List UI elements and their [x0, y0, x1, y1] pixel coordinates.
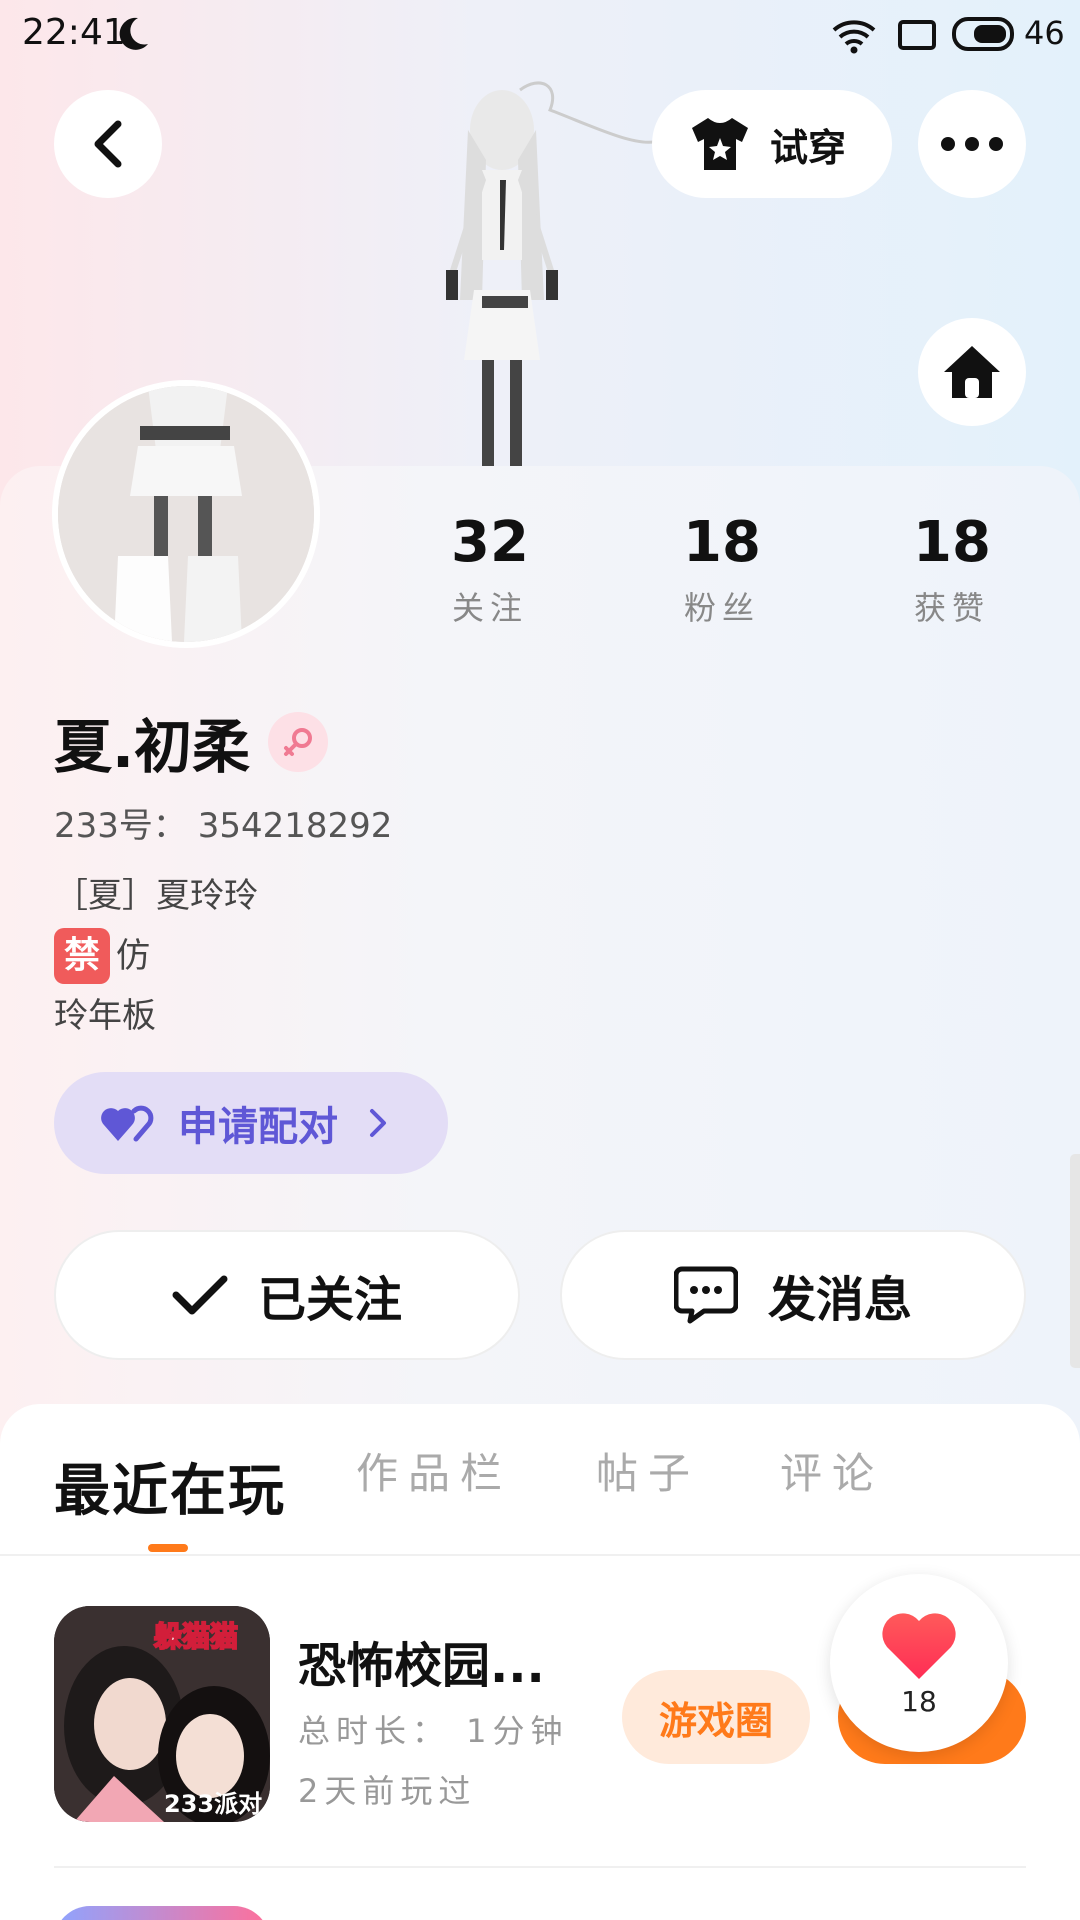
home-button[interactable]	[918, 318, 1026, 426]
followed-button[interactable]: 已关注	[54, 1230, 520, 1360]
bio-line-2-text: 仿	[116, 936, 150, 976]
avatar[interactable]	[52, 380, 320, 648]
game-circle-button[interactable]: 游戏圈	[622, 1670, 810, 1764]
stat-likes[interactable]: 18 获赞	[872, 510, 1032, 629]
tab-recently-played[interactable]: 最近在玩	[54, 1446, 286, 1527]
tshirt-icon	[692, 118, 748, 170]
game-icon-text: 躲猫猫	[154, 1620, 238, 1653]
apply-pairing-label: 申请配对	[178, 1104, 338, 1150]
home-icon	[944, 346, 1000, 398]
double-heart-icon	[101, 1105, 154, 1142]
chevron-right-icon	[370, 1109, 386, 1137]
chevron-left-icon	[94, 120, 122, 168]
like-count: 18	[901, 1684, 937, 1718]
game-title: 恐怖校园...	[298, 1638, 545, 1694]
send-message-label: 发消息	[767, 1272, 912, 1328]
bio-line-3: 玲年板	[54, 996, 156, 1036]
username-row: 夏.初柔	[54, 700, 329, 784]
tab-indicator	[148, 1544, 188, 1552]
stat-following-value: 32	[451, 510, 529, 575]
more-dots-icon	[941, 137, 1003, 151]
back-button[interactable]	[54, 90, 162, 198]
send-message-button[interactable]: 发消息	[560, 1230, 1026, 1360]
try-on-button[interactable]: 试穿	[652, 90, 892, 198]
stat-following[interactable]: 32 关注	[410, 510, 570, 629]
stat-following-label: 关注	[451, 589, 528, 627]
stat-fans-label: 粉丝	[683, 589, 760, 627]
bio-line-1: ［夏］夏玲玲	[54, 876, 258, 916]
stat-fans[interactable]: 18 粉丝	[642, 510, 802, 629]
more-options-button[interactable]	[918, 90, 1026, 198]
game-duration: 总时长： 1分钟	[298, 1712, 569, 1750]
tab-works[interactable]: 作品栏	[356, 1440, 512, 1501]
tabs-divider	[0, 1554, 1080, 1556]
ban-emoji-icon: 禁	[54, 928, 110, 984]
avatar-image	[58, 386, 314, 642]
bio: ［夏］夏玲玲 禁 仿 玲年板	[54, 866, 258, 1046]
stat-fans-value: 18	[683, 510, 761, 575]
screen-rotate-icon	[898, 20, 936, 50]
game-icon[interactable]: 躲猫猫 233派对	[54, 1606, 270, 1822]
followed-label: 已关注	[257, 1272, 402, 1328]
tab-comments[interactable]: 评论	[780, 1440, 884, 1501]
stat-likes-label: 获赞	[913, 589, 990, 627]
next-game-icon[interactable]	[54, 1906, 270, 1920]
status-bar: 22:41 46	[0, 0, 1080, 70]
check-icon	[172, 1275, 228, 1315]
username: 夏.初柔	[54, 713, 251, 781]
battery-level: 46	[1024, 14, 1065, 52]
female-icon	[268, 712, 329, 772]
game-last-played: 2天前玩过	[298, 1772, 477, 1810]
tab-posts[interactable]: 帖子	[596, 1440, 700, 1501]
heart-icon	[882, 1612, 956, 1679]
chat-bubble-icon	[673, 1266, 738, 1324]
moon-icon	[119, 17, 148, 50]
battery-icon	[952, 17, 1014, 51]
try-on-label: 试穿	[770, 125, 847, 170]
stat-likes-value: 18	[913, 510, 991, 575]
status-time: 22:41	[22, 12, 126, 53]
row-divider	[54, 1866, 1026, 1868]
scroll-handle[interactable]	[1070, 1154, 1080, 1368]
bio-line-2: 禁 仿	[54, 926, 258, 986]
like-bubble[interactable]: 18	[830, 1574, 1008, 1752]
user-id: 233号： 354218292	[54, 806, 393, 846]
apply-pairing-button[interactable]: 申请配对	[54, 1072, 448, 1174]
avatar-figure	[446, 81, 661, 470]
wifi-icon	[832, 20, 876, 54]
game-icon-badge: 233派对	[164, 1790, 262, 1818]
